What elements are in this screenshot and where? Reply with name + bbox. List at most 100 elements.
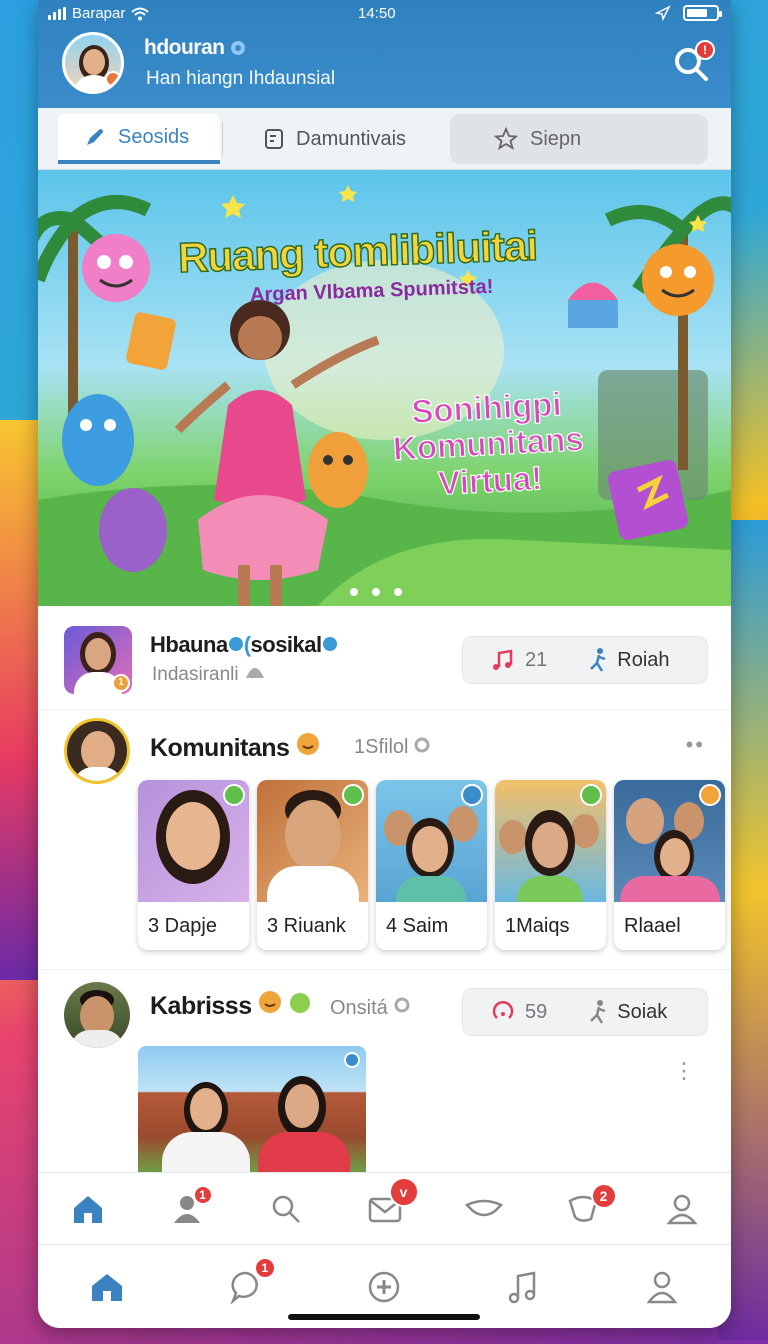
carousel-dot[interactable]	[394, 588, 402, 596]
card-label: Rlaael	[624, 915, 681, 937]
post-author-name: Komunitans	[150, 734, 290, 762]
post-avatar[interactable]	[64, 718, 130, 784]
community-card[interactable]: 4 Saim	[376, 780, 487, 950]
post-avatar[interactable]: 1	[64, 626, 132, 694]
star-icon	[494, 127, 518, 150]
post-author-name: Hbauna	[150, 632, 228, 657]
nav-home-main[interactable]	[87, 1267, 127, 1307]
tab-divider	[222, 122, 223, 156]
tab-damuntivais[interactable]: Damuntivais	[238, 114, 458, 164]
post-card[interactable]: 1 Hbauna (sosikal Indasiranli 21 Roiah	[38, 606, 731, 710]
community-card[interactable]: 3 Riuank	[257, 780, 368, 950]
profile-subtitle: Han hiangn Ihdaunsial	[146, 68, 336, 89]
nav-chat[interactable]: 2	[563, 1182, 617, 1229]
carrier-name: Barapar	[72, 5, 126, 22]
card-label: 3 Dapje	[148, 915, 217, 937]
dance-icon	[590, 648, 606, 672]
more-button[interactable]: ⋮	[673, 1058, 697, 1084]
verified-icon	[322, 637, 337, 651]
community-card[interactable]: 1Maiqs	[495, 780, 606, 950]
status-time: 14:50	[358, 5, 396, 22]
app-header: Barapar 14:50 hdouran Han hiangn Ihdauns…	[38, 0, 731, 108]
nav-profile[interactable]	[662, 1189, 702, 1229]
nav-add[interactable]	[364, 1267, 404, 1307]
battery-icon	[683, 5, 722, 21]
post-subtitle-text: Indasiranli	[152, 664, 239, 685]
timer-button[interactable]: 59	[491, 1000, 547, 1024]
music-icon	[508, 1270, 536, 1303]
timer-count: 59	[525, 1000, 548, 1023]
home-icon	[92, 1273, 123, 1301]
user-avatar[interactable]	[62, 32, 124, 94]
post-avatar[interactable]	[64, 982, 130, 1048]
verified-icon	[230, 41, 245, 56]
home-icon	[73, 1195, 102, 1223]
nav-home[interactable]	[68, 1189, 108, 1229]
social-label: Soiak	[617, 1000, 668, 1023]
post-card[interactable]: Komunitans 1Sfilol •• 3 Dapje 3 Riuank 4…	[38, 710, 731, 970]
react-button[interactable]: Roiah	[587, 647, 670, 673]
emoji-icon	[296, 733, 319, 755]
card-label: 3 Riuank	[267, 915, 346, 937]
nav-profile-main[interactable]	[642, 1267, 682, 1307]
home-indicator[interactable]	[288, 1314, 480, 1320]
post-meta-text: Onsitá	[330, 997, 388, 1019]
card-badge	[699, 784, 721, 806]
nav-search[interactable]	[266, 1189, 306, 1229]
card-label: 1Maiqs	[505, 915, 570, 937]
card-label: 4 Saim	[386, 915, 449, 937]
timer-icon	[492, 1001, 514, 1019]
tab-siepn[interactable]: Siepn	[450, 114, 708, 164]
post-subtitle: Indasiranli	[152, 664, 266, 686]
signal-icon	[48, 7, 66, 20]
post-actions: 21 Roiah	[462, 636, 708, 684]
community-card[interactable]: 3 Dapje	[138, 780, 249, 950]
post-author: Hbauna (sosikal	[150, 632, 338, 658]
dance-icon	[590, 1000, 606, 1024]
post-actions: 59 Soiak	[462, 988, 708, 1036]
profile-icon	[665, 1194, 698, 1224]
carousel-dots[interactable]	[350, 588, 402, 596]
community-carousel[interactable]: 3 Dapje 3 Riuank 4 Saim 1Maiqs Rlaael	[138, 780, 731, 950]
post-meta-text: 1Sfilol	[354, 736, 409, 758]
location-icon	[655, 5, 671, 21]
header-search-button[interactable]: !	[673, 40, 715, 86]
nav-badge: 1	[253, 1256, 276, 1279]
music-note-icon	[493, 649, 513, 670]
music-button[interactable]: 21	[491, 648, 547, 672]
profile-name-text: hdouran	[144, 36, 225, 59]
post-image[interactable]	[138, 1046, 366, 1176]
card-badge	[580, 784, 602, 806]
nav-hat[interactable]	[464, 1189, 504, 1229]
nav-messages[interactable]: 1	[226, 1256, 276, 1307]
nav-badge: v	[388, 1176, 419, 1207]
post-card[interactable]: Kabrisss Onsitá 59 Soiak ⋮	[38, 970, 731, 1176]
profile-name: hdouran	[144, 36, 246, 60]
nav-badge: 2	[590, 1182, 617, 1209]
tab-seosids[interactable]: Seosids	[58, 114, 220, 164]
social-button[interactable]: Soiak	[587, 999, 667, 1025]
banner-headline: Sonihigpi Komunitans Virtua!	[390, 385, 586, 504]
post-author: Komunitans	[150, 732, 320, 763]
promo-banner[interactable]: Ruang tomlibiluitai Argan Vlbama Spumits…	[38, 170, 731, 606]
post-author-name: Kabrisss	[150, 992, 252, 1020]
app-window: Barapar 14:50 hdouran Han hiangn Ihdauns…	[38, 0, 731, 1328]
carousel-dot[interactable]	[372, 588, 380, 596]
post-author-tag: sosikal	[250, 632, 323, 657]
music-count: 21	[525, 648, 548, 671]
emoji-icon	[259, 991, 282, 1013]
post-author: Kabrisss	[150, 990, 311, 1021]
react-label: Roiah	[617, 648, 670, 671]
more-button[interactable]: ••	[686, 732, 705, 758]
settings-icon	[394, 997, 410, 1013]
community-card[interactable]: Rlaael	[614, 780, 725, 950]
nav-mail[interactable]: v	[365, 1176, 419, 1229]
nav-badge: 1	[192, 1184, 213, 1205]
nav-people[interactable]: 1	[167, 1184, 213, 1229]
nav-music[interactable]	[503, 1267, 543, 1307]
wifi-icon	[131, 7, 150, 20]
settings-icon	[414, 737, 430, 753]
carousel-dot[interactable]	[350, 588, 358, 596]
tab-label: Siepn	[530, 127, 582, 150]
search-icon	[272, 1195, 300, 1223]
